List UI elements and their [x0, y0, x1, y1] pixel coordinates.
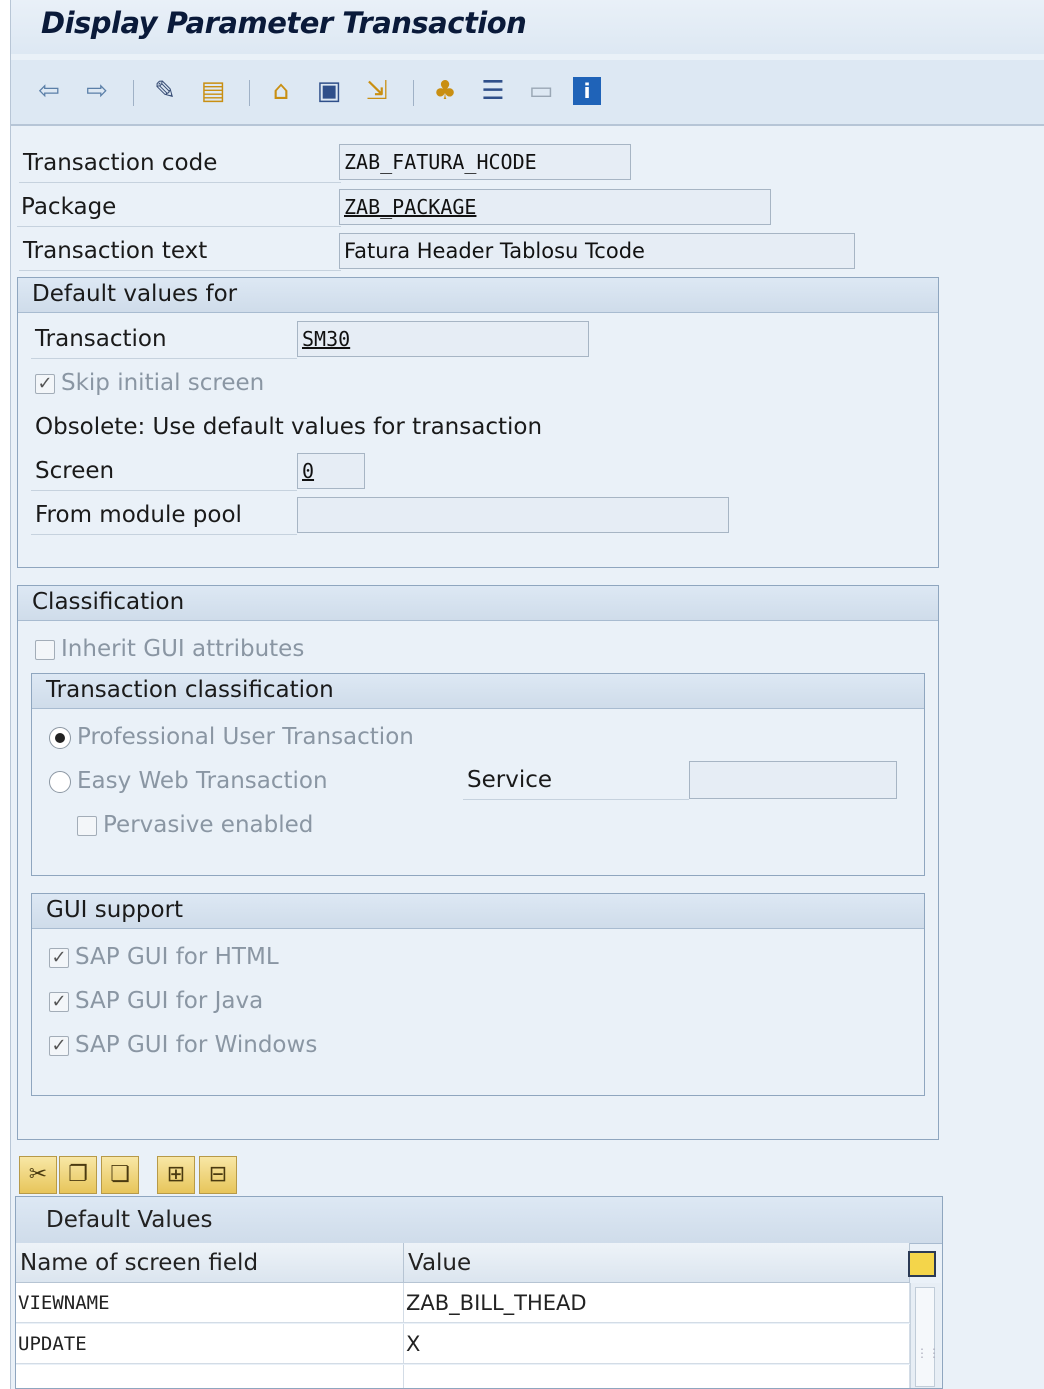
other-object-icon[interactable]: ▤ [197, 76, 229, 106]
dependent-icon[interactable]: ⇲ [361, 76, 393, 106]
table-caption: Default Values [16, 1197, 942, 1244]
back-arrow-icon[interactable]: ⇦ [33, 76, 65, 106]
table-cell[interactable]: ZAB_BILL_THEAD [404, 1283, 910, 1323]
column-header-screen-field[interactable]: Name of screen field [16, 1243, 404, 1283]
gui-html-label: SAP GUI for HTML [75, 944, 279, 970]
package-label: Package [17, 190, 341, 227]
default-values-title: Default values for [18, 278, 938, 313]
package-field[interactable]: ZAB_PACKAGE [339, 189, 771, 225]
gui-java-label: SAP GUI for Java [75, 988, 264, 1014]
gui-java-checkbox[interactable]: ✓ [49, 992, 69, 1012]
transaction-label: Transaction [31, 322, 297, 359]
paste-icon[interactable]: ❏ [101, 1156, 139, 1194]
transaction-value: SM30 [302, 327, 351, 351]
copy-icon[interactable]: ❐ [59, 1156, 97, 1194]
display-change-icon[interactable]: ✎ [149, 76, 181, 106]
hierarchy-icon[interactable]: ♣ [429, 76, 461, 106]
table-cell[interactable]: X [404, 1324, 910, 1364]
skip-initial-screen-checkbox[interactable]: ✓ [35, 374, 55, 394]
gui-support-title: GUI support [32, 894, 924, 929]
professional-radio[interactable] [49, 727, 71, 749]
column-settings-icon[interactable] [908, 1251, 936, 1277]
default-values-table: Default Values Name of screen field Valu… [15, 1196, 943, 1389]
scrollbar-thumb[interactable]: ⋮⋮ [915, 1287, 940, 1387]
transaction-classification-title: Transaction classification [32, 674, 924, 709]
toolbar-separator [133, 80, 134, 106]
table-cell[interactable]: UPDATE [16, 1324, 404, 1364]
table-cell[interactable] [16, 1365, 404, 1388]
where-used-icon[interactable]: ⌂ [265, 76, 297, 106]
inherit-gui-checkbox[interactable] [35, 640, 55, 660]
pervasive-label: Pervasive enabled [103, 812, 314, 838]
skip-initial-screen-label: Skip initial screen [61, 370, 265, 396]
module-pool-label: From module pool [31, 498, 297, 535]
align-icon[interactable]: ☰ [477, 76, 509, 106]
transaction-text-field[interactable]: Fatura Header Tablosu Tcode [339, 233, 855, 269]
vertical-scrollbar[interactable]: ⋮⋮ [910, 1283, 941, 1388]
table-cell[interactable]: VIEWNAME [16, 1283, 404, 1323]
pervasive-checkbox[interactable] [77, 816, 97, 836]
gui-windows-label: SAP GUI for Windows [75, 1032, 318, 1058]
sap-window: Display Parameter Transaction ⇦ ⇨ ✎ ▤ ⌂ … [10, 0, 1044, 1389]
easy-web-label: Easy Web Transaction [77, 768, 328, 794]
transaction-code-label: Transaction code [19, 146, 341, 183]
screen-field[interactable]: 0 [297, 453, 365, 489]
transport-icon[interactable]: ▣ [313, 76, 345, 106]
column-header-value[interactable]: Value [404, 1243, 910, 1283]
professional-label: Professional User Transaction [77, 724, 414, 750]
layout-icon[interactable]: ▭ [525, 76, 557, 106]
classification-title: Classification [18, 586, 938, 621]
gui-windows-checkbox[interactable]: ✓ [49, 1036, 69, 1056]
easy-web-radio[interactable] [49, 771, 71, 793]
title-bar: Display Parameter Transaction [11, 0, 1044, 54]
application-toolbar: ⇦ ⇨ ✎ ▤ ⌂ ▣ ⇲ ♣ ☰ ▭ i [11, 60, 1044, 126]
transaction-field[interactable]: SM30 [297, 321, 589, 357]
table-cell[interactable] [404, 1365, 910, 1388]
service-label: Service [463, 763, 689, 800]
obsolete-text: Obsolete: Use default values for transac… [35, 414, 543, 440]
package-value: ZAB_PACKAGE [344, 195, 477, 219]
gui-html-checkbox[interactable]: ✓ [49, 948, 69, 968]
service-field[interactable] [689, 761, 897, 799]
transaction-text-label: Transaction text [19, 234, 341, 271]
screen-value: 0 [302, 459, 315, 483]
module-pool-field[interactable] [297, 497, 729, 533]
toolbar-separator [413, 80, 414, 106]
cut-icon[interactable]: ✂ [19, 1156, 57, 1194]
insert-row-icon[interactable]: ⊞ [157, 1156, 195, 1194]
radio-selected-dot [55, 733, 65, 743]
page-title: Display Parameter Transaction [41, 6, 527, 40]
screen-label: Screen [31, 454, 297, 491]
delete-row-icon[interactable]: ⊟ [199, 1156, 237, 1194]
transaction-code-field[interactable]: ZAB_FATURA_HCODE [339, 144, 631, 180]
forward-arrow-icon[interactable]: ⇨ [81, 76, 113, 106]
info-icon[interactable]: i [573, 77, 601, 105]
toolbar-separator [249, 80, 250, 106]
inherit-gui-label: Inherit GUI attributes [61, 636, 305, 662]
